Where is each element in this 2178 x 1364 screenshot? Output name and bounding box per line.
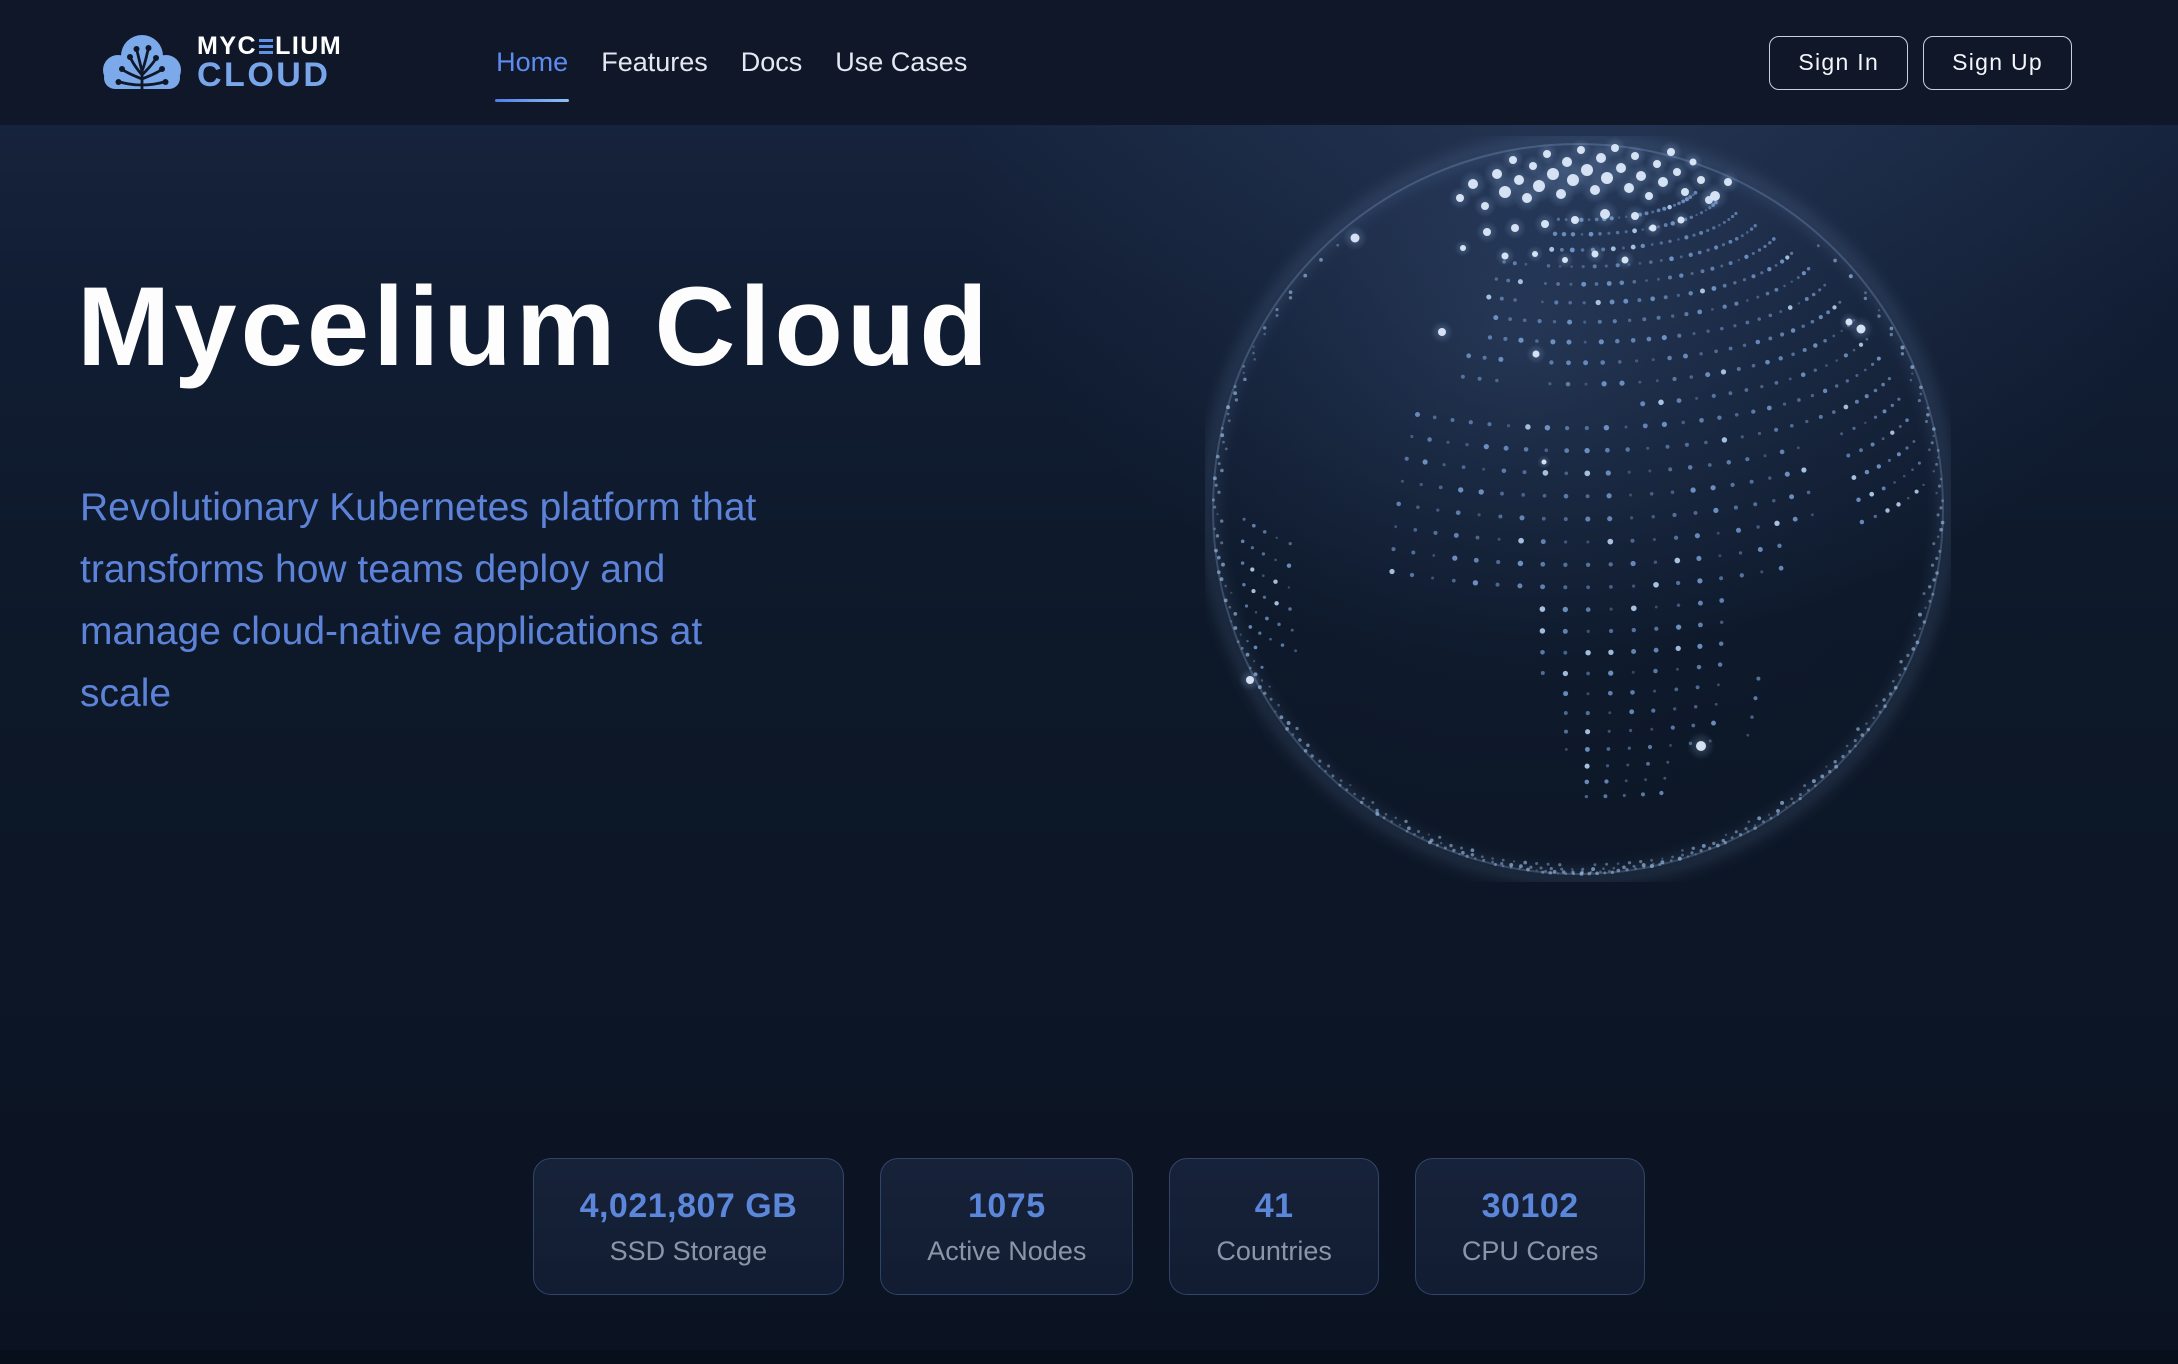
- mycelium-cloud-logo-icon: [100, 29, 184, 97]
- sign-up-button[interactable]: Sign Up: [1923, 36, 2072, 90]
- stat-label: CPU Cores: [1462, 1236, 1599, 1267]
- nav-link-features[interactable]: Features: [600, 43, 709, 82]
- brand-name-line2: CLOUD: [197, 58, 342, 92]
- hero-section: Mycelium Cloud Revolutionary Kubernetes …: [0, 125, 2178, 1364]
- stat-label: SSD Storage: [580, 1236, 798, 1267]
- nav-link-docs[interactable]: Docs: [740, 43, 804, 82]
- stat-value: 4,021,807 GB: [580, 1187, 798, 1226]
- stylized-e-bars-icon: [259, 39, 273, 54]
- stat-card-cpu-cores: 30102 CPU Cores: [1415, 1158, 1646, 1295]
- navbar: MYCLIUM CLOUD Home Features Docs Use Cas…: [0, 0, 2178, 125]
- nav-link-use-cases[interactable]: Use Cases: [834, 43, 968, 82]
- globe-visualization: [1205, 136, 1951, 882]
- stat-card-countries: 41 Countries: [1169, 1158, 1379, 1295]
- hero-subtitle: Revolutionary Kubernetes platform that t…: [80, 477, 756, 725]
- stat-value: 1075: [927, 1187, 1086, 1226]
- stat-card-active-nodes: 1075 Active Nodes: [880, 1158, 1133, 1295]
- stat-value: 41: [1216, 1187, 1332, 1226]
- next-section-edge: [0, 1350, 2178, 1364]
- main-nav: Home Features Docs Use Cases: [495, 43, 968, 82]
- stat-value: 30102: [1462, 1187, 1599, 1226]
- stats-row: 4,021,807 GB SSD Storage 1075 Active Nod…: [0, 1158, 2178, 1295]
- brand[interactable]: MYCLIUM CLOUD: [100, 29, 342, 97]
- nav-link-home[interactable]: Home: [495, 43, 569, 82]
- auth-buttons: Sign In Sign Up: [1769, 36, 2072, 90]
- sign-in-button[interactable]: Sign In: [1769, 36, 1908, 90]
- page-title: Mycelium Cloud: [77, 262, 992, 391]
- stat-label: Active Nodes: [927, 1236, 1086, 1267]
- stat-card-ssd-storage: 4,021,807 GB SSD Storage: [533, 1158, 845, 1295]
- stat-label: Countries: [1216, 1236, 1332, 1267]
